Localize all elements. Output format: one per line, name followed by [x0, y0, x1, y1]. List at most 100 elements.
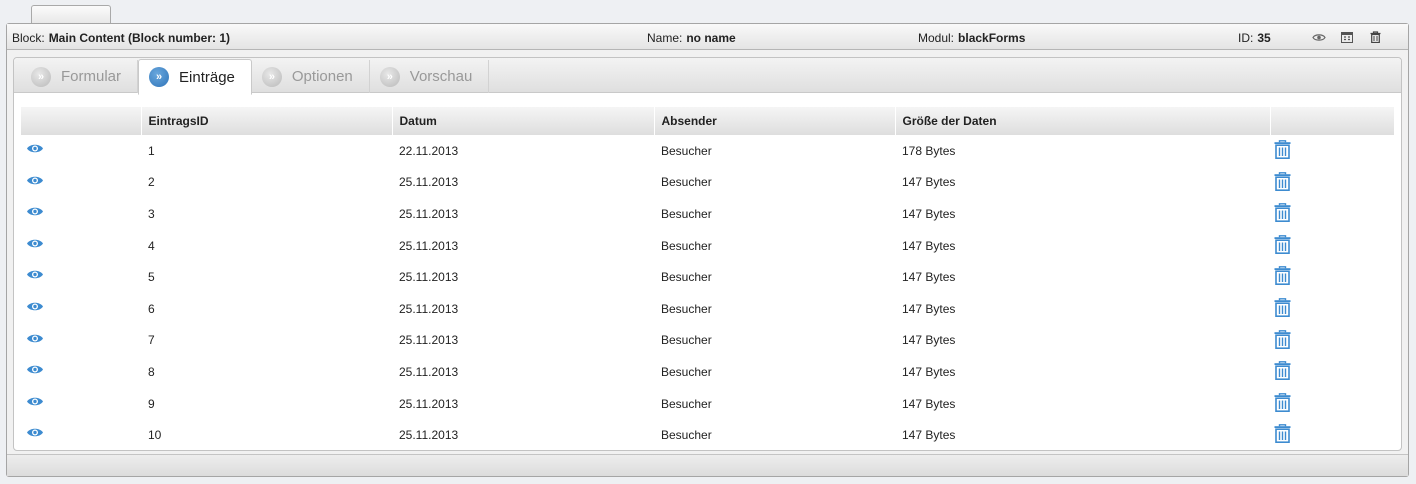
eye-icon[interactable] — [26, 269, 44, 280]
table-row: 9 25.11.2013 Besucher 147 Bytes — [21, 388, 1394, 420]
trash-icon[interactable] — [1274, 140, 1291, 159]
cell-size: 147 Bytes — [902, 333, 956, 348]
column-header-datum[interactable]: Datum — [392, 107, 655, 135]
cell-size: 147 Bytes — [902, 270, 956, 285]
top-tab[interactable] — [31, 5, 111, 24]
id-label: ID: — [1238, 31, 1254, 45]
chevron-double-right-icon: » — [379, 66, 400, 87]
cell-sender: Besucher — [661, 175, 712, 190]
eye-icon[interactable] — [26, 143, 44, 154]
trash-icon[interactable] — [1274, 361, 1291, 381]
cell-date: 25.11.2013 — [399, 206, 459, 221]
cell-size: 147 Bytes — [902, 175, 956, 190]
cell-id: 8 — [148, 364, 155, 379]
tab-label: Einträge — [179, 68, 235, 86]
eye-icon[interactable] — [26, 301, 44, 312]
trash-icon[interactable] — [1274, 171, 1291, 191]
cell-sender: Besucher — [661, 238, 712, 253]
delete-cell — [1270, 325, 1394, 357]
cell-size: 147 Bytes — [902, 396, 956, 411]
tab-optionen[interactable]: » Optionen — [252, 60, 370, 93]
cell-date: 25.11.2013 — [399, 238, 459, 253]
tab-label: Optionen — [291, 68, 353, 85]
trash-icon[interactable] — [1274, 424, 1291, 444]
trash-icon[interactable] — [1274, 298, 1291, 317]
view-cell — [21, 230, 141, 262]
trash-icon[interactable] — [1274, 234, 1291, 254]
cell-id: 6 — [148, 301, 155, 316]
cell-size: 147 Bytes — [902, 238, 956, 253]
trash-icon[interactable] — [1274, 203, 1291, 223]
cell-date: 25.11.2013 — [399, 270, 459, 285]
eye-icon[interactable] — [26, 427, 44, 438]
cell-id: 3 — [148, 206, 155, 221]
eye-icon[interactable] — [26, 396, 44, 407]
eye-icon[interactable] — [26, 364, 44, 375]
calendar-icon[interactable] — [1338, 30, 1356, 44]
cell-sender: Besucher — [661, 364, 712, 379]
cell-size: 147 Bytes — [902, 364, 956, 379]
view-cell — [21, 261, 141, 293]
table-row: 2 25.11.2013 Besucher 147 Bytes — [21, 167, 1394, 199]
column-header-eintragsid[interactable]: EintragsID — [141, 107, 393, 135]
table-row: 1 22.11.2013 Besucher 178 Bytes — [21, 135, 1394, 167]
table-row: 4 25.11.2013 Besucher 147 Bytes — [21, 230, 1394, 262]
view-cell — [21, 388, 141, 420]
delete-cell — [1270, 293, 1394, 325]
entries-body: 1 22.11.2013 Besucher 178 Bytes 2 25.11.2013 B… — [21, 135, 1394, 451]
trash-icon[interactable] — [1274, 329, 1291, 349]
delete-cell — [1270, 230, 1394, 262]
cell-size: 178 Bytes — [902, 143, 956, 158]
cell-id: 10 — [148, 428, 162, 443]
cell-sender: Besucher — [661, 301, 712, 316]
cell-date: 25.11.2013 — [399, 364, 459, 379]
delete-cell — [1270, 356, 1394, 388]
cell-sender: Besucher — [661, 270, 712, 285]
delete-cell — [1270, 261, 1394, 293]
cell-id: 7 — [148, 333, 155, 348]
eye-icon[interactable] — [1310, 30, 1328, 44]
table-row: 7 25.11.2013 Besucher 147 Bytes — [21, 325, 1394, 357]
table-row: 5 25.11.2013 Besucher 147 Bytes — [21, 261, 1394, 293]
table-header-row: EintragsID Datum Absender Größe der Date… — [21, 107, 1395, 135]
column-header — [1270, 107, 1395, 135]
cell-sender: Besucher — [661, 396, 712, 411]
trash-icon[interactable] — [1366, 30, 1384, 44]
eye-icon[interactable] — [26, 206, 44, 217]
tab-label: Vorschau — [409, 68, 473, 85]
modul-info: Modul: blackForms — [918, 31, 1025, 45]
tab-eintraege[interactable]: » Einträge — [138, 59, 252, 95]
cell-id: 1 — [148, 143, 155, 158]
tab-vorschau[interactable]: » Vorschau — [370, 60, 490, 93]
view-cell — [21, 356, 141, 388]
column-header-groesse[interactable]: Größe der Daten — [895, 107, 1271, 135]
eye-icon[interactable] — [26, 238, 44, 249]
view-cell — [21, 325, 141, 357]
eye-icon[interactable] — [26, 175, 44, 186]
block-info: Block: Main Content (Block number: 1) — [12, 31, 230, 45]
cell-size: 147 Bytes — [902, 206, 956, 221]
delete-cell — [1270, 419, 1394, 451]
trash-icon[interactable] — [1274, 392, 1291, 412]
cell-id: 4 — [148, 238, 155, 253]
chevron-double-right-icon: » — [31, 66, 51, 87]
cell-date: 25.11.2013 — [399, 396, 459, 411]
cell-date: 25.11.2013 — [399, 333, 459, 348]
delete-cell — [1270, 135, 1394, 167]
cell-sender: Besucher — [661, 143, 712, 158]
eye-icon[interactable] — [26, 333, 44, 344]
cell-sender: Besucher — [661, 428, 712, 443]
trash-icon[interactable] — [1274, 266, 1291, 286]
table-row: 10 25.11.2013 Besucher 147 Bytes — [21, 419, 1394, 451]
view-cell — [21, 135, 141, 167]
cell-id: 2 — [148, 175, 155, 190]
cell-date: 25.11.2013 — [399, 428, 459, 443]
cell-date: 25.11.2013 — [399, 175, 459, 190]
name-label: Name: — [647, 31, 683, 45]
name-value: no name — [686, 31, 736, 45]
view-cell — [21, 419, 141, 451]
delete-cell — [1270, 198, 1394, 230]
column-header-absender[interactable]: Absender — [654, 107, 896, 135]
entries-panel: » Formular » Einträge » Optionen » Vorsc… — [13, 57, 1402, 451]
tab-formular[interactable]: » Formular — [21, 60, 139, 93]
